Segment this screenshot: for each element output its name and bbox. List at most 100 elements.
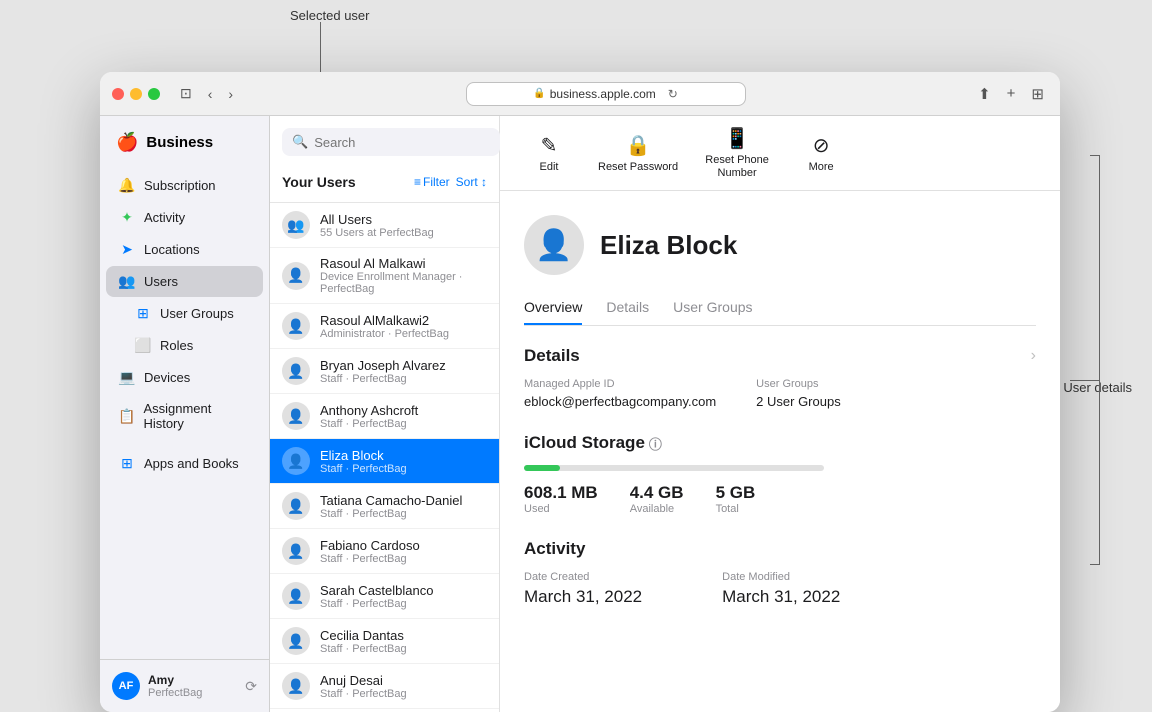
sidebar-user-info: Amy PerfectBag [148,673,202,699]
devices-icon: 💻 [118,369,136,386]
back-button[interactable]: ‹ [204,83,217,104]
sidebar-item-locations[interactable]: ➤ Locations [106,234,263,265]
reload-icon[interactable]: ↻ [668,87,678,101]
list-item[interactable]: 👤 Cecilia Dantas Staff · PerfectBag [270,619,499,664]
user-icon: 👤 [282,537,310,565]
reset-password-icon: 🔒 [626,133,651,158]
user-groups-label: User Groups [756,378,841,390]
sidebar-item-user-groups[interactable]: ⊞ User Groups [106,298,263,329]
user-role: Staff · PerfectBag [320,688,407,700]
user-info: Rasoul Al Malkawi Device Enrollment Mana… [320,256,487,295]
date-modified-value: March 31, 2022 [722,587,840,607]
list-item[interactable]: 👤 Rasoul AlMalkawi2 Administrator · Perf… [270,304,499,349]
tab-user-groups[interactable]: User Groups [673,299,752,325]
storage-available-label: Available [630,503,684,515]
sidebar-item-devices[interactable]: 💻 Devices [106,362,263,393]
filter-label: Filter [423,175,450,189]
user-list-title-bar: Your Users ≡ Filter Sort ↕ [282,174,487,190]
user-info: Bryan Joseph Alvarez Staff · PerfectBag [320,358,446,385]
list-item[interactable]: 👤 Rasoul Al Malkawi Device Enrollment Ma… [270,248,499,304]
storage-stats: 608.1 MB Used 4.4 GB Available 5 GB Tota… [524,483,1036,515]
sidebar-settings-button[interactable]: ⟳ [245,678,257,695]
sort-label: Sort ↕ [456,175,487,189]
user-icon: 👤 [282,447,310,475]
all-users-item[interactable]: 👥 All Users 55 Users at PerfectBag [270,203,499,248]
list-item[interactable]: 👤 Bryan Joseph Alvarez Staff · PerfectBa… [270,349,499,394]
user-info: Sarah Castelblanco Staff · PerfectBag [320,583,433,610]
sidebar: 🍎 Business 🔔 Subscription ✦ Activity ➤ L… [100,116,270,712]
user-icon: 👤 [282,312,310,340]
sidebar-item-apps-and-books[interactable]: ⊞ Apps and Books [106,448,263,479]
list-item-selected[interactable]: 👤 Eliza Block Staff · PerfectBag [270,439,499,484]
user-avatar-sidebar: AF [112,672,140,700]
tab-overview[interactable]: Overview [524,299,582,325]
storage-total: 5 GB Total [716,483,756,515]
address-bar-container: 🔒 business.apple.com ↻ [245,82,966,106]
search-bar[interactable]: 🔍 [282,128,500,156]
locations-icon: ➤ [118,241,136,258]
list-item[interactable]: 👤 Sarah Castelblanco Staff · PerfectBag [270,574,499,619]
sidebar-nav: 🔔 Subscription ✦ Activity ➤ Locations 👥 … [100,165,269,659]
user-info: Anthony Ashcroft Staff · PerfectBag [320,403,418,430]
user-role: Staff · PerfectBag [320,553,420,565]
user-role: Staff · PerfectBag [320,643,407,655]
reset-password-label: Reset Password [598,161,678,173]
user-icon: 👤 [282,357,310,385]
share-button[interactable]: ⬆ [974,83,995,105]
managed-apple-id-field: Managed Apple ID eblock@perfectbagcompan… [524,378,716,409]
tab-details-label: Details [606,299,649,315]
list-item[interactable]: 👤 Anthony Ashcroft Staff · PerfectBag [270,394,499,439]
sidebar-item-activity[interactable]: ✦ Activity [106,202,263,233]
sidebar-item-subscription[interactable]: 🔔 Subscription [106,170,263,201]
your-users-label: Your Users [282,174,356,190]
reset-password-button[interactable]: 🔒 Reset Password [598,133,678,173]
sidebar-username: Amy [148,673,202,687]
search-icon: 🔍 [292,134,308,150]
sidebar-user: AF Amy PerfectBag [112,672,202,700]
sidebar-item-roles[interactable]: ⬜ Roles [106,330,263,361]
sort-button[interactable]: Sort ↕ [456,175,487,189]
tab-overview-button[interactable]: ⊞ [1027,83,1048,105]
user-groups-icon: ⊞ [134,305,152,322]
close-button[interactable] [112,88,124,100]
list-item[interactable]: 👤 Tatiana Camacho-Daniel Staff · Perfect… [270,484,499,529]
titlebar-right-controls: ⬆ + ⊞ [974,83,1048,105]
edit-button[interactable]: ✎ Edit [524,133,574,173]
all-users-info: All Users 55 Users at PerfectBag [320,212,434,239]
detail-tabs: Overview Details User Groups [524,299,1036,326]
user-icon: 👤 [282,672,310,700]
list-item[interactable]: 👤 Anuj Desai Staff · PerfectBag [270,664,499,709]
all-users-name: All Users [320,212,434,227]
sidebar-org: PerfectBag [148,687,202,699]
tab-details[interactable]: Details [606,299,649,325]
annotation-bracket-mid [1070,380,1100,381]
list-item[interactable]: 👤 Fabiano Cardoso Staff · PerfectBag [270,529,499,574]
minimize-button[interactable] [130,88,142,100]
details-chevron-icon: › [1031,347,1036,365]
sidebar-item-assignment-history[interactable]: 📋 Assignment History [106,394,263,438]
filter-button[interactable]: ≡ Filter [414,175,450,189]
user-name: Tatiana Camacho-Daniel [320,493,462,508]
search-input[interactable] [314,135,490,150]
sidebar-toggle-button[interactable]: ⊡ [176,83,196,104]
forward-button[interactable]: › [224,83,237,104]
maximize-button[interactable] [148,88,160,100]
more-button[interactable]: ⊘ More [796,133,846,173]
activity-fields: Date Created March 31, 2022 Date Modifie… [524,571,1036,607]
reset-phone-button[interactable]: 📱 Reset Phone Number [702,126,772,180]
storage-bar-container [524,465,824,471]
info-icon[interactable]: ⓘ [649,434,662,453]
sidebar-item-users[interactable]: 👥 Users [106,266,263,297]
managed-apple-id-value: eblock@perfectbagcompany.com [524,394,716,409]
user-name: Eliza Block [320,448,407,463]
user-name: Anuj Desai [320,673,407,688]
user-name: Rasoul AlMalkawi2 [320,313,449,328]
activity-icon: ✦ [118,209,136,226]
new-tab-button[interactable]: + [1003,83,1020,105]
user-header: 👤 Eliza Block [524,215,1036,275]
user-info: Eliza Block Staff · PerfectBag [320,448,407,475]
storage-total-value: 5 GB [716,483,756,503]
user-name: Rasoul Al Malkawi [320,256,487,271]
sidebar-item-label-user-groups: User Groups [160,306,234,321]
address-bar[interactable]: 🔒 business.apple.com ↻ [466,82,746,106]
